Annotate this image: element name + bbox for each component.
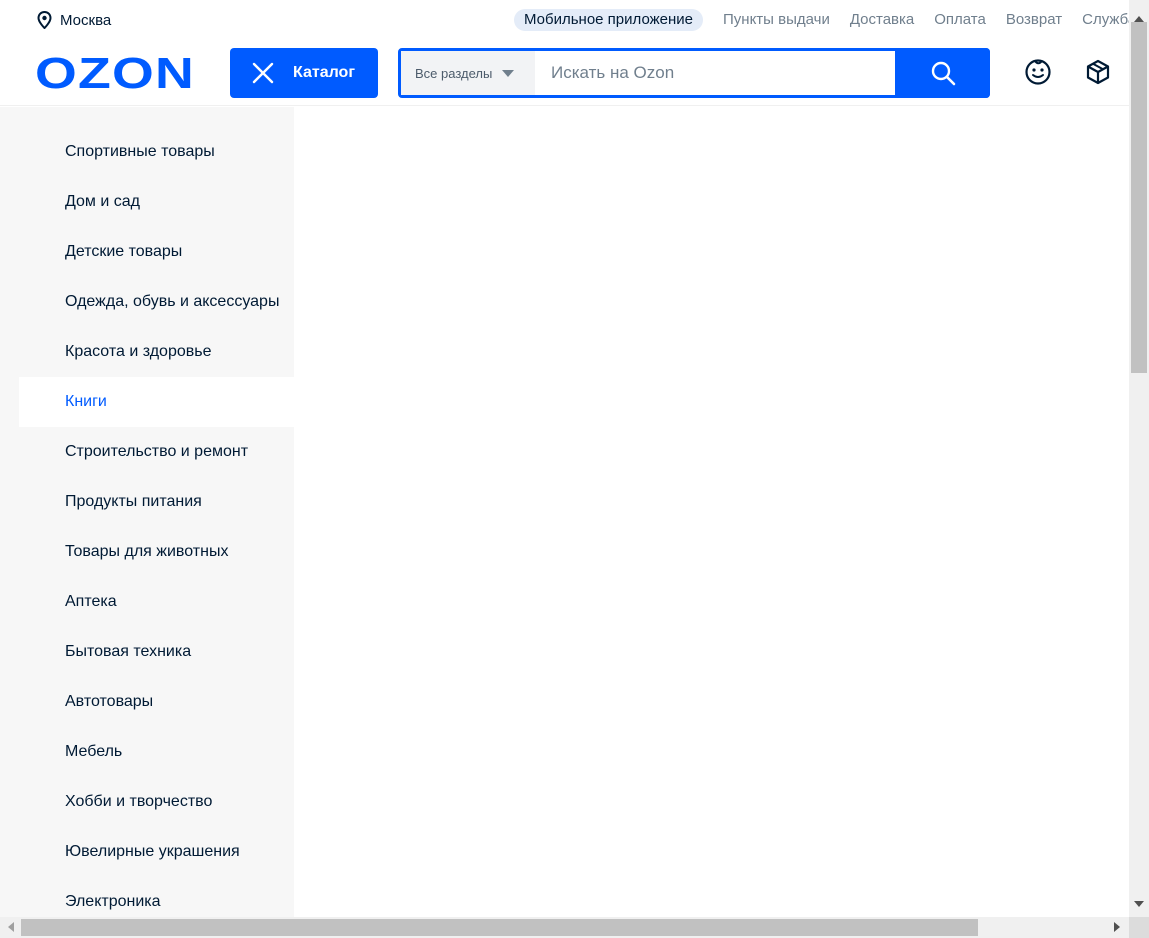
- orders-button[interactable]: [1084, 58, 1112, 86]
- location-selector[interactable]: Москва: [37, 10, 111, 30]
- account-button[interactable]: [1024, 58, 1052, 86]
- sidebar-item[interactable]: Детские товары: [19, 227, 294, 277]
- scroll-right-icon[interactable]: [1114, 922, 1120, 932]
- sidebar-item[interactable]: Одежда, обувь и аксессуары: [19, 277, 294, 327]
- sidebar-item[interactable]: Строительство и ремонт: [19, 427, 294, 477]
- header: OZON Каталог Все разделы: [0, 40, 1129, 106]
- scroll-down-icon[interactable]: [1134, 901, 1144, 907]
- caret-down-icon: [502, 69, 515, 77]
- catalog-button[interactable]: Каталог: [230, 48, 378, 98]
- sidebar-item[interactable]: Ювелирные украшения: [19, 827, 294, 877]
- search-section-value: Все разделы: [415, 65, 493, 81]
- pickup-points-link[interactable]: Пункты выдачи: [723, 9, 830, 31]
- sidebar-item[interactable]: Продукты питания: [19, 477, 294, 527]
- search-button[interactable]: [895, 48, 990, 98]
- horizontal-scroll-thumb[interactable]: [21, 919, 978, 936]
- search-bar: Все разделы: [398, 48, 990, 98]
- top-links: Мобильное приложение Пункты выдачи Доста…: [514, 9, 1129, 31]
- sidebar-item[interactable]: Книги: [19, 377, 294, 427]
- smiley-icon: [1025, 59, 1051, 85]
- search-input[interactable]: [535, 51, 895, 95]
- logo-text: OZON: [35, 53, 195, 93]
- sidebar-item[interactable]: Товары для животных: [19, 527, 294, 577]
- catalog-sidebar: Спортивные товары Дом и сад Детские товары…: [0, 107, 294, 917]
- sidebar-item[interactable]: Автотовары: [19, 677, 294, 727]
- ozon-logo[interactable]: OZON: [35, 53, 197, 93]
- catalog-label: Каталог: [293, 64, 355, 81]
- sidebar-item[interactable]: Спортивные товары: [19, 127, 294, 177]
- scroll-left-icon[interactable]: [8, 922, 14, 932]
- scrollbar-corner: [1129, 917, 1149, 938]
- support-link[interactable]: Служба поддержки: [1082, 9, 1129, 31]
- mobile-app-link[interactable]: Мобильное приложение: [514, 9, 703, 31]
- top-strip: Москва Мобильное приложение Пункты выдач…: [0, 0, 1129, 40]
- sidebar-item[interactable]: Красота и здоровье: [19, 327, 294, 377]
- package-icon: [1086, 59, 1110, 85]
- sidebar-item[interactable]: Аптека: [19, 577, 294, 627]
- sidebar-item[interactable]: Мебель: [19, 727, 294, 777]
- vertical-scrollbar[interactable]: [1129, 0, 1149, 917]
- delivery-link[interactable]: Доставка: [850, 9, 914, 31]
- sidebar-item[interactable]: Бытовая техника: [19, 627, 294, 677]
- search-icon: [931, 61, 955, 86]
- sidebar-item[interactable]: Хобби и творчество: [19, 777, 294, 827]
- close-icon: [252, 62, 274, 84]
- vertical-scroll-thumb[interactable]: [1131, 22, 1147, 373]
- sidebar-item[interactable]: Дом и сад: [19, 177, 294, 227]
- location-label: Москва: [60, 11, 112, 29]
- map-pin-icon: [37, 11, 52, 29]
- horizontal-scrollbar[interactable]: [0, 917, 1129, 938]
- payment-link[interactable]: Оплата: [934, 9, 986, 31]
- search-section-select[interactable]: Все разделы: [401, 51, 535, 95]
- return-link[interactable]: Возврат: [1006, 9, 1062, 31]
